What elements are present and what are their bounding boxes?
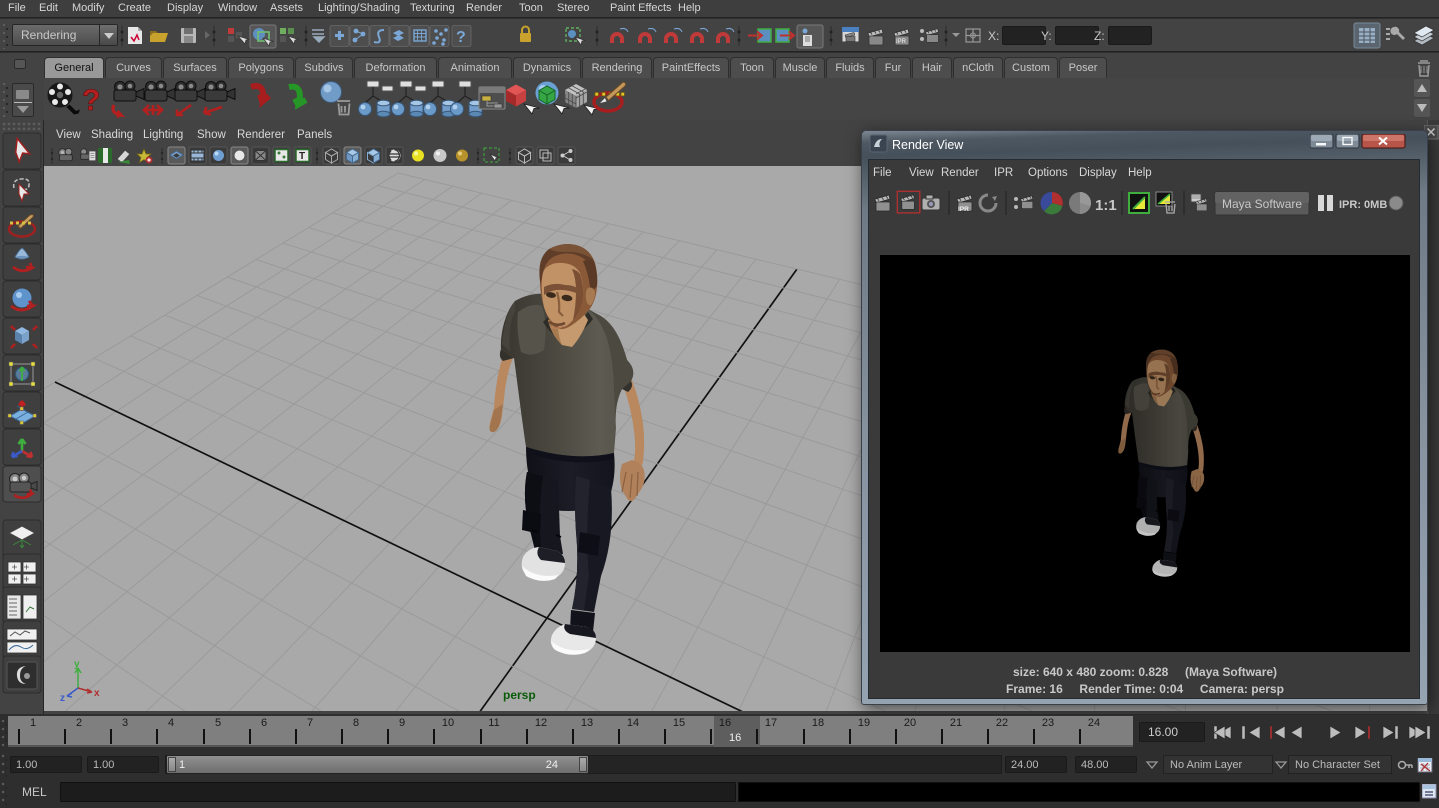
svg-text:IPR: IPR (896, 39, 907, 45)
svg-text:Render View: Render View (892, 138, 964, 152)
svg-text:x: x (94, 688, 100, 699)
svg-text:z: z (60, 693, 65, 704)
svg-text:?: ? (82, 84, 100, 117)
svg-text:Maya Software: Maya Software (1222, 197, 1302, 211)
svg-text:?: ? (456, 29, 466, 46)
svg-text:1:1: 1:1 (1095, 197, 1117, 214)
svg-text:y: y (74, 660, 80, 670)
svg-text:IPR: 0MB: IPR: 0MB (1339, 199, 1387, 211)
svg-text:IPR: IPR (958, 206, 969, 213)
